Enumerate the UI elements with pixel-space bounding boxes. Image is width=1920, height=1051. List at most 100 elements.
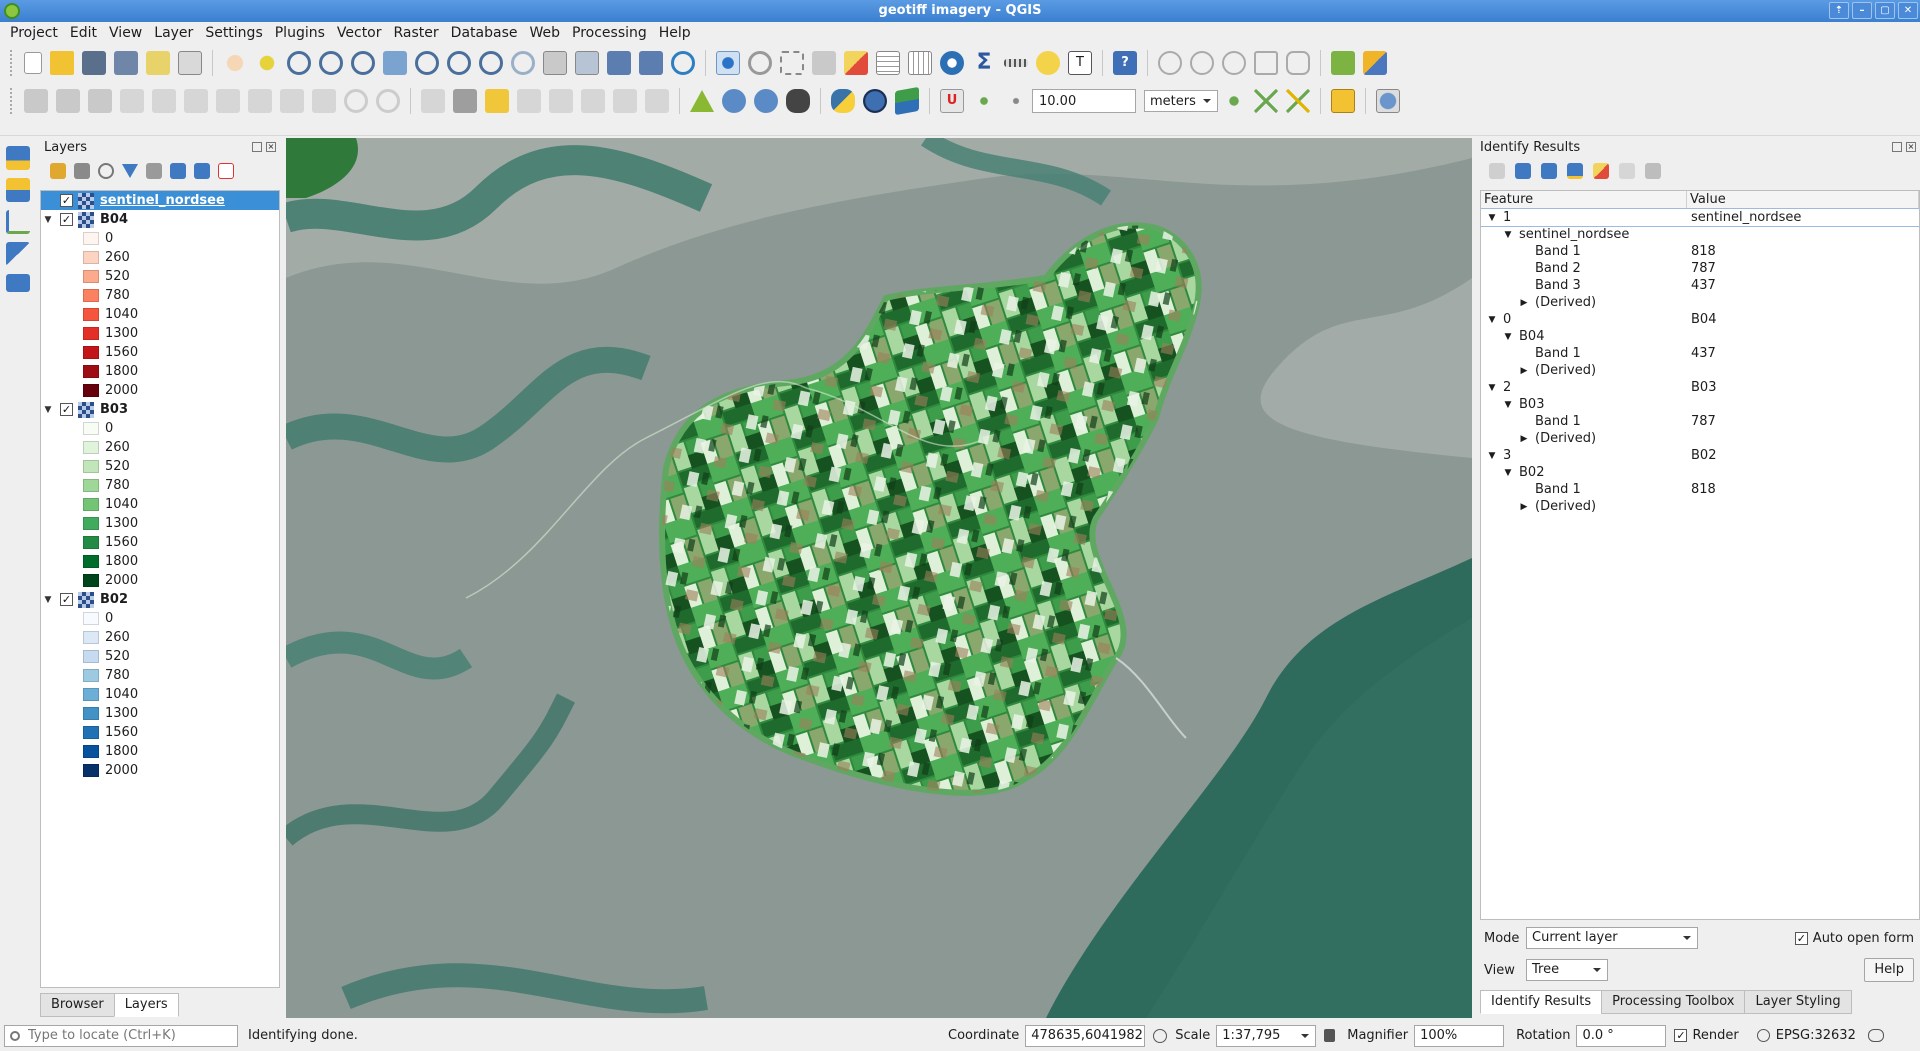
new-print-layout-icon[interactable] — [146, 51, 170, 75]
highlight-pinned-labels-icon[interactable] — [485, 89, 509, 113]
legend-item[interactable]: 520 — [41, 267, 279, 286]
refresh-icon[interactable] — [671, 51, 695, 75]
copy-features-icon[interactable] — [280, 89, 304, 113]
legend-item[interactable]: 1040 — [41, 495, 279, 514]
legend-item[interactable]: 1300 — [41, 324, 279, 343]
pan-to-selection-icon[interactable] — [255, 51, 279, 75]
layer-row-b04[interactable]: ▼ ✓ B04 — [41, 210, 279, 229]
self-snapping-icon[interactable] — [1286, 89, 1310, 113]
tree-arrow-icon[interactable]: ▶ — [1517, 502, 1531, 512]
collapse-all-icon[interactable] — [1567, 163, 1583, 179]
tab-identify-results[interactable]: Identify Results — [1480, 990, 1603, 1014]
legend-item[interactable]: 1800 — [41, 742, 279, 761]
legend-item[interactable]: 780 — [41, 476, 279, 495]
identify-row[interactable]: ▼ sentinel_nordsee — [1481, 226, 1919, 243]
float-panel-icon[interactable] — [252, 142, 262, 152]
tab-processing-toolbox[interactable]: Processing Toolbox — [1601, 990, 1746, 1014]
show-bookmarks-icon[interactable] — [639, 51, 663, 75]
expand-arrow-icon[interactable]: ▼ — [41, 215, 55, 225]
new-virtual-layer-icon[interactable] — [6, 274, 30, 292]
menu-processing[interactable]: Processing — [566, 25, 653, 41]
map-canvas[interactable] — [286, 138, 1472, 1018]
float-panel-icon[interactable] — [1892, 142, 1902, 152]
help-button[interactable]: Help — [1864, 958, 1914, 982]
undo-icon[interactable] — [344, 89, 368, 113]
legend-item[interactable]: 520 — [41, 647, 279, 666]
new-map-view-icon[interactable] — [543, 51, 567, 75]
zoom-to-layer-icon[interactable] — [447, 51, 471, 75]
map-tips-icon[interactable] — [1036, 51, 1060, 75]
layer-visibility-checkbox[interactable]: ✓ — [60, 194, 73, 207]
snap-type-icon[interactable] — [1004, 89, 1028, 113]
legend-item[interactable]: 2000 — [41, 381, 279, 400]
snapping-magnet-icon[interactable]: U — [940, 89, 964, 113]
plugin-tool-icon[interactable] — [1363, 51, 1387, 75]
digitize-circle-icon[interactable] — [1190, 51, 1214, 75]
legend-item[interactable]: 0 — [41, 419, 279, 438]
remove-layer-icon[interactable] — [218, 163, 234, 179]
deselect-all-icon[interactable] — [844, 51, 868, 75]
digitize-polygon-icon[interactable] — [1286, 51, 1310, 75]
snap-vertex-icon[interactable] — [972, 89, 996, 113]
clear-results-icon[interactable] — [1593, 163, 1609, 179]
identify-row[interactable]: ▶ (Derived) — [1481, 362, 1919, 379]
layer-row-b03[interactable]: ▼ ✓ B03 — [41, 400, 279, 419]
pin-labels-icon[interactable] — [517, 89, 541, 113]
legend-item[interactable]: 260 — [41, 248, 279, 267]
plugin-reloader-icon[interactable] — [1331, 51, 1355, 75]
zoom-last-icon[interactable] — [479, 51, 503, 75]
toolbar-handle[interactable] — [10, 50, 14, 76]
identify-row[interactable]: ▼ 0 B04 — [1481, 311, 1919, 328]
menu-help[interactable]: Help — [653, 25, 697, 41]
legend-item[interactable]: 1040 — [41, 305, 279, 324]
add-vector-layer-icon[interactable] — [6, 178, 30, 202]
identify-row[interactable]: Band 2 787 — [1481, 260, 1919, 277]
close-panel-icon[interactable]: × — [266, 142, 276, 152]
save-edits-icon[interactable] — [88, 89, 112, 113]
tree-arrow-icon[interactable]: ▼ — [1485, 315, 1499, 325]
add-feature-icon[interactable] — [120, 89, 144, 113]
zoom-out-icon[interactable] — [319, 51, 343, 75]
auto-open-form-checkbox[interactable]: ✓ — [1794, 931, 1808, 945]
attribute-table-icon[interactable] — [876, 51, 900, 75]
identify-row[interactable]: Band 1 437 — [1481, 345, 1919, 362]
tab-layers[interactable]: Layers — [113, 993, 179, 1017]
print-response-icon[interactable] — [1645, 163, 1661, 179]
move-label-icon[interactable] — [581, 89, 605, 113]
legend-item[interactable]: 260 — [41, 628, 279, 647]
rotate-label-icon[interactable] — [613, 89, 637, 113]
crs-globe-icon[interactable] — [1756, 1029, 1770, 1042]
mode-select[interactable]: Current layer — [1526, 927, 1698, 949]
expand-all-icon[interactable] — [1541, 163, 1557, 179]
measure-icon[interactable] — [1004, 59, 1028, 67]
zoom-in-icon[interactable] — [287, 51, 311, 75]
python-console-icon[interactable] — [831, 89, 855, 113]
delete-selected-icon[interactable] — [216, 89, 240, 113]
plugin-python-icon[interactable] — [1331, 89, 1355, 113]
help-icon[interactable]: ? — [1113, 51, 1137, 75]
window-close-button[interactable]: ✕ — [1898, 2, 1918, 19]
legend-item[interactable]: 520 — [41, 457, 279, 476]
tree-arrow-icon[interactable]: ▼ — [1501, 468, 1515, 478]
legend-item[interactable]: 780 — [41, 286, 279, 305]
identify-row[interactable]: ▶ (Derived) — [1481, 498, 1919, 515]
digitize-ellipse-icon[interactable] — [1222, 51, 1246, 75]
tree-arrow-icon[interactable]: ▼ — [1485, 213, 1499, 223]
tree-arrow-icon[interactable]: ▼ — [1501, 332, 1515, 342]
label-toolbar-icon[interactable] — [421, 89, 445, 113]
expand-arrow-icon[interactable]: ▼ — [41, 595, 55, 605]
layers-stack-icon[interactable] — [895, 86, 919, 116]
open-project-icon[interactable] — [50, 51, 74, 75]
legend-item[interactable]: 2000 — [41, 571, 279, 590]
feature-column-header[interactable]: Feature — [1481, 191, 1687, 208]
legend-item[interactable]: 0 — [41, 609, 279, 628]
scale-field[interactable]: 1:37,795 — [1216, 1024, 1317, 1047]
crs-button[interactable]: EPSG:32632 — [1776, 1028, 1856, 1043]
identify-features-icon[interactable] — [716, 51, 740, 75]
legend-item[interactable]: 260 — [41, 438, 279, 457]
tree-arrow-icon[interactable]: ▼ — [1501, 230, 1515, 240]
menu-layer[interactable]: Layer — [148, 25, 199, 41]
pan-icon[interactable] — [223, 51, 247, 75]
close-panel-icon[interactable]: × — [1906, 142, 1916, 152]
layer-visibility-checkbox[interactable]: ✓ — [60, 403, 73, 416]
